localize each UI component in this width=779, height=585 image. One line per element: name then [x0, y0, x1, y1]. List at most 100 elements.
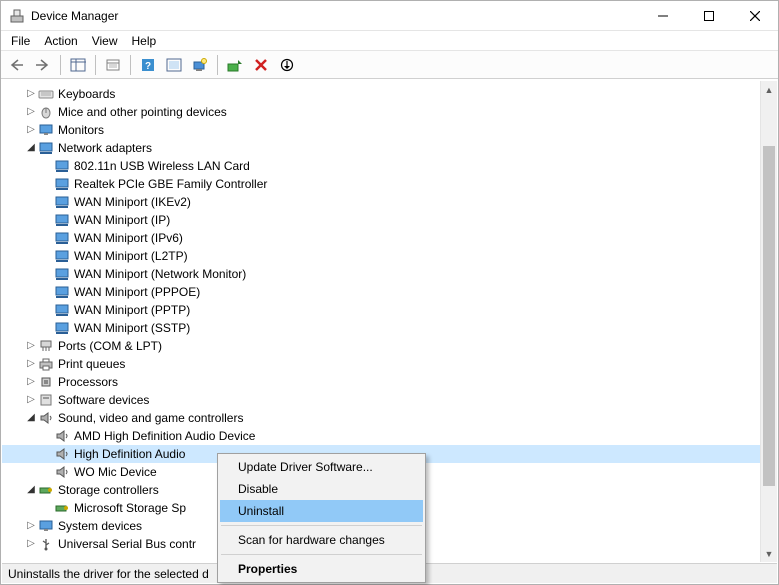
keyboard-icon	[38, 86, 54, 102]
expand-arrow-icon[interactable]: ▷	[24, 340, 38, 351]
tree-item-keyboards[interactable]: ▷ Keyboards	[2, 85, 760, 103]
menu-view[interactable]: View	[92, 34, 118, 48]
expand-arrow-icon[interactable]: ▷	[24, 394, 38, 405]
tree-item-monitors[interactable]: ▷ Monitors	[2, 121, 760, 139]
network-adapter-icon	[54, 194, 70, 210]
maximize-button[interactable]	[686, 1, 732, 31]
tree-item-net-3[interactable]: WAN Miniport (IP)	[2, 211, 760, 229]
menu-action[interactable]: Action	[44, 34, 77, 48]
tree-item-net-4[interactable]: WAN Miniport (IPv6)	[2, 229, 760, 247]
menu-separator	[221, 554, 422, 555]
close-button[interactable]	[732, 1, 778, 31]
svg-text:?: ?	[145, 61, 151, 72]
usb-icon	[38, 536, 54, 552]
vertical-scrollbar[interactable]: ▲ ▼	[760, 81, 777, 562]
tree-item-processors[interactable]: ▷ Processors	[2, 373, 760, 391]
tree-item-sound-0[interactable]: AMD High Definition Audio Device	[2, 427, 760, 445]
tree-label: AMD High Definition Audio Device	[74, 429, 255, 443]
toolbar-separator	[130, 55, 131, 75]
properties-button[interactable]	[101, 54, 125, 76]
expand-arrow-icon[interactable]: ▷	[24, 520, 38, 531]
tree-item-net-8[interactable]: WAN Miniport (PPTP)	[2, 301, 760, 319]
show-hide-tree-button[interactable]	[66, 54, 90, 76]
tree-label: Network adapters	[58, 141, 152, 155]
window-title: Device Manager	[31, 9, 640, 23]
help-button[interactable]: ?	[136, 54, 160, 76]
toolbar-separator	[95, 55, 96, 75]
context-menu-scan[interactable]: Scan for hardware changes	[220, 529, 423, 551]
system-devices-icon	[38, 518, 54, 534]
tree-label: System devices	[58, 519, 142, 533]
menu-file[interactable]: File	[11, 34, 30, 48]
expand-arrow-icon[interactable]: ▷	[24, 124, 38, 135]
scan-hardware-button[interactable]	[188, 54, 212, 76]
scroll-thumb[interactable]	[763, 146, 775, 486]
speaker-icon	[54, 446, 70, 462]
toolbar-separator	[60, 55, 61, 75]
tree-item-net-7[interactable]: WAN Miniport (PPPOE)	[2, 283, 760, 301]
scroll-down-button[interactable]: ▼	[761, 545, 777, 562]
tree-label: High Definition Audio	[74, 447, 185, 461]
statusbar-text: Uninstalls the driver for the selected d	[8, 567, 209, 581]
titlebar: Device Manager	[1, 1, 778, 31]
expand-arrow-icon[interactable]: ▷	[24, 376, 38, 387]
scroll-up-button[interactable]: ▲	[761, 81, 777, 98]
context-menu-disable[interactable]: Disable	[220, 478, 423, 500]
tree-item-net-1[interactable]: Realtek PCIe GBE Family Controller	[2, 175, 760, 193]
tree-item-mice[interactable]: ▷ Mice and other pointing devices	[2, 103, 760, 121]
tree-label: Ports (COM & LPT)	[58, 339, 162, 353]
menu-item-label: Scan for hardware changes	[238, 533, 385, 547]
disable-button[interactable]	[275, 54, 299, 76]
tree-item-print-queues[interactable]: ▷ Print queues	[2, 355, 760, 373]
action-center-button[interactable]	[162, 54, 186, 76]
context-menu-uninstall[interactable]: Uninstall	[220, 500, 423, 522]
collapse-arrow-icon[interactable]: ◢	[24, 412, 38, 423]
network-adapter-icon	[54, 248, 70, 264]
printer-icon	[38, 356, 54, 372]
tree-item-net-6[interactable]: WAN Miniport (Network Monitor)	[2, 265, 760, 283]
tree-label: WAN Miniport (IPv6)	[74, 231, 183, 245]
tree-item-software-devices[interactable]: ▷ Software devices	[2, 391, 760, 409]
expand-arrow-icon[interactable]: ▷	[24, 538, 38, 549]
tree-label: WAN Miniport (L2TP)	[74, 249, 188, 263]
toolbar: ?	[1, 51, 778, 79]
update-driver-button[interactable]	[223, 54, 247, 76]
context-menu-update-driver[interactable]: Update Driver Software...	[220, 456, 423, 478]
collapse-arrow-icon[interactable]: ◢	[24, 142, 38, 153]
tree-label: Processors	[58, 375, 118, 389]
software-devices-icon	[38, 392, 54, 408]
tree-label: Keyboards	[58, 87, 115, 101]
uninstall-button[interactable]	[249, 54, 273, 76]
menu-item-label: Update Driver Software...	[238, 460, 373, 474]
network-adapter-icon	[54, 266, 70, 282]
tree-label: Storage controllers	[58, 483, 159, 497]
network-adapter-icon	[54, 176, 70, 192]
network-adapter-icon	[54, 212, 70, 228]
tree-label: WAN Miniport (IP)	[74, 213, 170, 227]
tree-item-net-2[interactable]: WAN Miniport (IKEv2)	[2, 193, 760, 211]
tree-label: Print queues	[58, 357, 125, 371]
tree-item-network-adapters[interactable]: ◢ Network adapters	[2, 139, 760, 157]
collapse-arrow-icon[interactable]: ◢	[24, 484, 38, 495]
expand-arrow-icon[interactable]: ▷	[24, 88, 38, 99]
context-menu: Update Driver Software... Disable Uninst…	[217, 453, 426, 583]
menubar: File Action View Help	[1, 31, 778, 51]
context-menu-properties[interactable]: Properties	[220, 558, 423, 580]
back-button[interactable]	[5, 54, 29, 76]
minimize-button[interactable]	[640, 1, 686, 31]
tree-label: Software devices	[58, 393, 149, 407]
expand-arrow-icon[interactable]: ▷	[24, 358, 38, 369]
menu-help[interactable]: Help	[132, 34, 157, 48]
tree-label: WAN Miniport (IKEv2)	[74, 195, 191, 209]
tree-item-net-5[interactable]: WAN Miniport (L2TP)	[2, 247, 760, 265]
forward-button[interactable]	[31, 54, 55, 76]
expand-arrow-icon[interactable]: ▷	[24, 106, 38, 117]
speaker-icon	[54, 464, 70, 480]
tree-item-sound[interactable]: ◢ Sound, video and game controllers	[2, 409, 760, 427]
tree-item-ports[interactable]: ▷ Ports (COM & LPT)	[2, 337, 760, 355]
tree-item-net-0[interactable]: 802.11n USB Wireless LAN Card	[2, 157, 760, 175]
tree-item-net-9[interactable]: WAN Miniport (SSTP)	[2, 319, 760, 337]
tree-label: Universal Serial Bus contr	[58, 537, 196, 551]
toolbar-separator	[217, 55, 218, 75]
tree-label: WAN Miniport (PPTP)	[74, 303, 190, 317]
